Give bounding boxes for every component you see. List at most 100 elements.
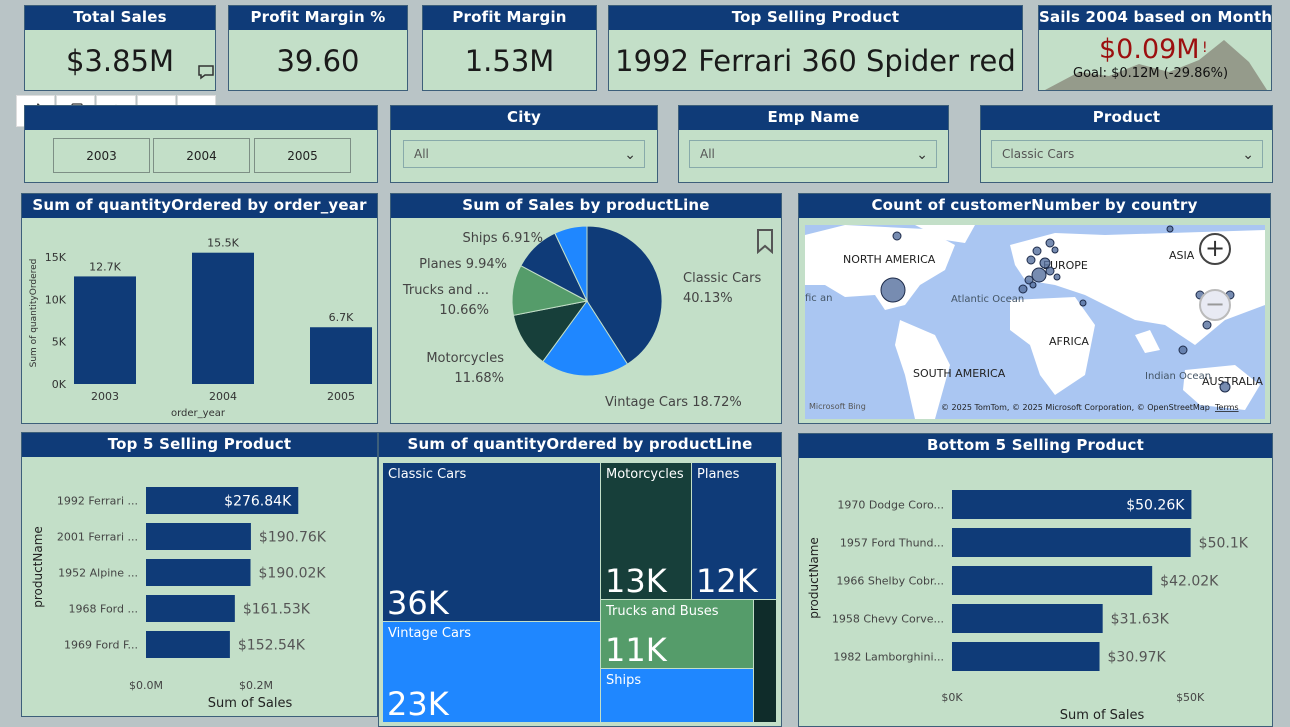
kpi-title: Sails 2004 based on Months	[1039, 6, 1271, 30]
bar[interactable]	[952, 642, 1100, 671]
kpi-top-selling-product[interactable]: Top Selling Product 1992 Ferrari 360 Spi…	[608, 5, 1023, 91]
goal-label: Goal: $0.12M (-29.86%)	[1073, 66, 1229, 81]
cell-value: 36K	[387, 584, 449, 621]
pie-label-pct: 10.66%	[439, 303, 489, 318]
product-slicer: Product Classic Cars ⌄	[980, 105, 1273, 183]
slicer-title: Emp Name	[679, 106, 948, 130]
kpi-value: 1992 Ferrari 360 Spider red	[615, 44, 1016, 78]
year-option-2005[interactable]: 2005	[254, 138, 351, 173]
bar[interactable]	[146, 523, 251, 550]
treemap-cell-classic-cars[interactable]: Classic Cars 36K	[383, 463, 600, 621]
kpi-profit-margin[interactable]: Profit Margin 1.53M	[422, 5, 597, 91]
product-dropdown[interactable]: Classic Cars ⌄	[991, 140, 1263, 168]
qty-by-year-plot: 0K 5K 10K 15K 12.7K 2003 15.5K 2004 6.7K 2005 orde…	[29, 237, 372, 419]
x-axis-label: order_year	[171, 408, 226, 419]
cell-label: Vintage Cars	[388, 626, 472, 641]
bar-data-label: $50.1K	[1199, 536, 1249, 552]
y-tick-label: 5K	[52, 336, 67, 349]
ocean-label: Atlantic Ocean	[951, 294, 1024, 305]
emp-name-dropdown[interactable]: All ⌄	[689, 140, 937, 168]
pie-label-name: Trucks and ...	[402, 283, 489, 298]
alert-icon: !	[1202, 40, 1208, 56]
y-tick-label: 10K	[45, 293, 67, 306]
pie-label-pct: 11.68%	[454, 371, 504, 386]
terms-link[interactable]: Terms	[1214, 403, 1239, 412]
bar[interactable]	[146, 631, 230, 658]
y-tick-label: 0K	[52, 378, 67, 391]
bar[interactable]	[310, 327, 372, 384]
treemap-cell-trains[interactable]	[754, 600, 776, 722]
year-option-2003[interactable]: 2003	[53, 138, 150, 173]
treemap-cell-planes[interactable]: Planes 12K	[692, 463, 776, 599]
y-tick-label: 15K	[45, 251, 67, 264]
zoom-out-button[interactable]: −	[1199, 289, 1231, 321]
cell-label: Motorcycles	[606, 467, 684, 482]
dropdown-value: All	[700, 147, 715, 161]
pie-label-name: Classic Cars	[683, 271, 761, 286]
treemap-chart[interactable]: Sum of quantityOrdered by productLine Cl…	[378, 432, 782, 727]
customers-map[interactable]: Count of customerNumber by country NORTH…	[798, 193, 1271, 424]
city-slicer: City All ⌄	[390, 105, 658, 183]
kpi-value: $0.09M	[1099, 34, 1200, 65]
treemap-cell-motorcycles[interactable]: Motorcycles 13K	[601, 463, 691, 599]
treemap-cell-trucks-and-buses[interactable]: Trucks and Buses 11K	[601, 600, 753, 668]
y-tick-label: 1957 Ford Thund...	[840, 537, 944, 550]
bar[interactable]	[146, 595, 235, 622]
region-label: SOUTH AMERICA	[913, 367, 1006, 380]
year-option-2004[interactable]: 2004	[153, 138, 250, 173]
bottom5-plot: 1970 Dodge Coro... $50.26K 1957 Ford Thund…	[807, 490, 1249, 723]
x-tick-label: $0.0M	[129, 679, 163, 692]
region-label: NORTH AMERICA	[843, 253, 936, 266]
bar-data-label: $152.54K	[238, 638, 306, 654]
bar-data-label: $50.26K	[1126, 498, 1185, 514]
cell-label: Trucks and Buses	[606, 604, 719, 619]
pie-plot: Classic Cars 40.13% Vintage Cars 18.72% Mot…	[402, 225, 761, 410]
kpi-months-card[interactable]: Sails 2004 based on Months $0.09M ! Goal…	[1038, 5, 1272, 91]
y-tick-label: 1968 Ford ...	[69, 603, 138, 616]
bar[interactable]	[952, 566, 1153, 595]
zoom-in-button[interactable]: +	[1199, 233, 1231, 265]
kpi-value: 1.53M	[464, 44, 555, 78]
slicer-title: Product	[981, 106, 1272, 130]
cell-value: 12K	[696, 562, 758, 599]
x-tick-label: $50K	[1176, 691, 1205, 704]
city-dropdown[interactable]: All ⌄	[403, 140, 645, 168]
top5-plot: 1992 Ferrari ... $276.84K 2001 Ferrari ...…	[31, 487, 327, 711]
bar-data-label: 6.7K	[329, 311, 354, 324]
cell-label: Planes	[697, 467, 740, 482]
bar-data-label: $30.97K	[1108, 650, 1167, 666]
x-tick-label: 2004	[209, 390, 237, 403]
treemap-cell-ships[interactable]: Ships	[601, 669, 753, 722]
chart-title: Bottom 5 Selling Product	[799, 434, 1272, 458]
comment-icon[interactable]	[197, 64, 215, 80]
kpi-total-sales[interactable]: Total Sales $3.85M	[24, 5, 216, 91]
bar-data-label: $190.02K	[259, 566, 327, 582]
slicer-header	[25, 106, 377, 130]
pie-label: Ships 6.91%	[462, 231, 543, 246]
chart-title: Top 5 Selling Product	[22, 433, 377, 457]
kpi-title: Profit Margin	[423, 6, 596, 30]
region-label: AUSTRALIA	[1202, 375, 1263, 388]
bar[interactable]	[952, 528, 1191, 557]
x-tick-label: $0K	[941, 691, 963, 704]
treemap-cell-vintage-cars[interactable]: Vintage Cars 23K	[383, 622, 600, 722]
bookmark-icon[interactable]	[755, 228, 775, 254]
bar[interactable]	[74, 276, 136, 384]
kpi-profit-margin-pct[interactable]: Profit Margin % 39.60	[228, 5, 408, 91]
bar[interactable]	[952, 604, 1103, 633]
y-tick-label: 1958 Chevy Corve...	[832, 613, 944, 626]
bar-data-label: 15.5K	[207, 237, 239, 250]
y-tick-label: 1992 Ferrari ...	[57, 495, 138, 508]
sales-by-productline-chart[interactable]: Sum of Sales by productLine Classic Cars…	[390, 193, 782, 424]
y-tick-label: 1969 Ford F...	[64, 639, 138, 652]
qty-by-year-chart[interactable]: Sum of quantityOrdered by order_year 0K 5…	[21, 193, 378, 424]
pie-label-pct: 40.13%	[683, 291, 733, 306]
bottom5-chart[interactable]: Bottom 5 Selling Product 1970 Dodge Coro…	[798, 433, 1273, 727]
top5-chart[interactable]: Top 5 Selling Product 1992 Ferrari ... $2…	[21, 432, 378, 717]
cell-value: 11K	[605, 631, 667, 668]
bar[interactable]	[192, 252, 254, 384]
chart-title: Sum of quantityOrdered by order_year	[22, 194, 377, 218]
bar[interactable]	[146, 559, 251, 586]
world-map[interactable]: NORTH AMERICA EUROPE ASIA AFRICA SOUTH A…	[805, 225, 1265, 419]
y-tick-label: 1982 Lamborghini...	[833, 651, 944, 664]
